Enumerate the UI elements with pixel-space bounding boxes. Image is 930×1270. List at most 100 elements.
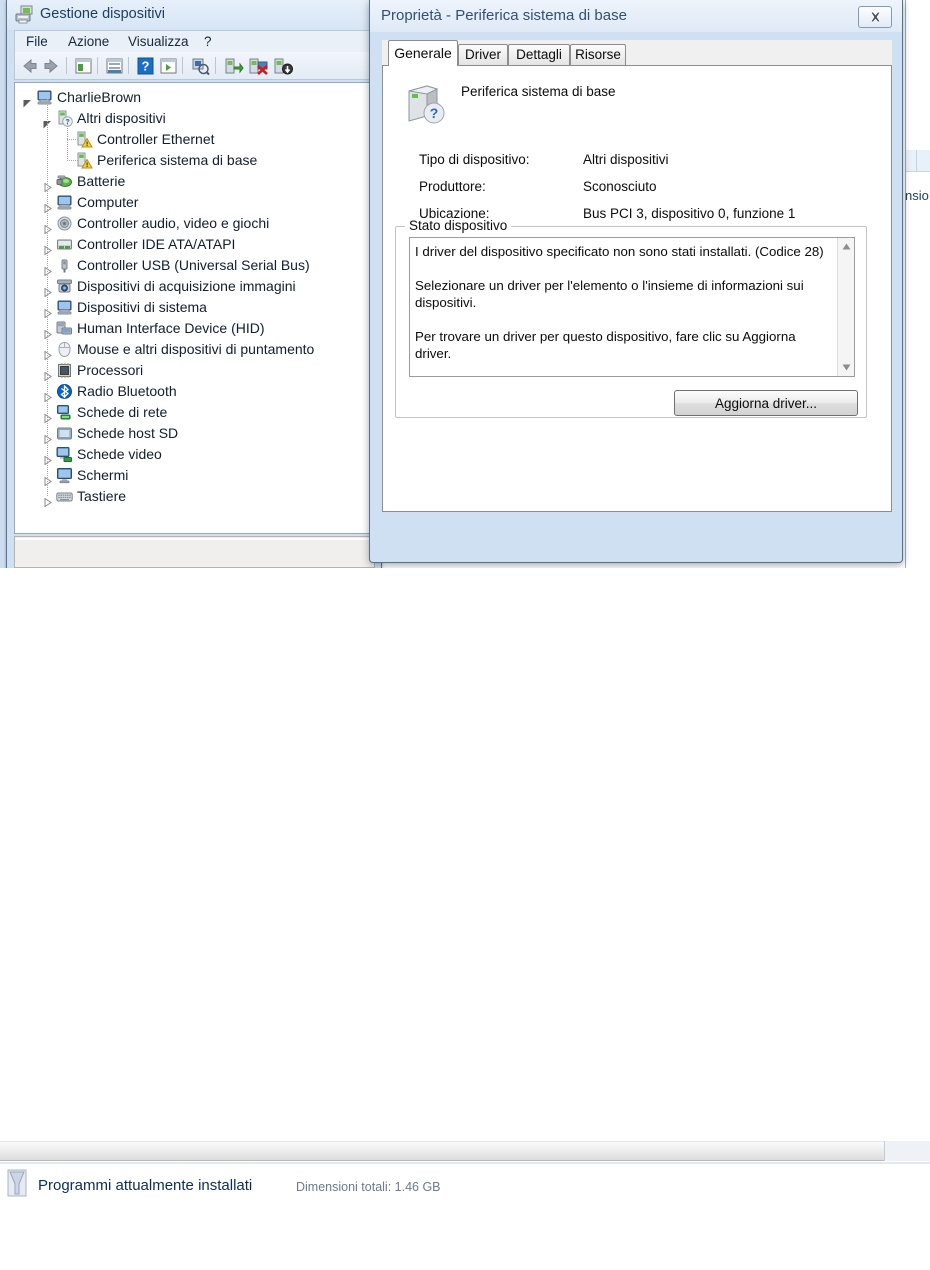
- properties-icon[interactable]: [73, 56, 94, 76]
- panel-top-band: [0, 1162, 930, 1164]
- status-text-line: Per trovare un driver per questo disposi…: [415, 329, 796, 361]
- tab-risorse[interactable]: Risorse: [570, 44, 626, 65]
- scroll-up-icon[interactable]: [838, 238, 854, 255]
- device-status-textbox[interactable]: I driver del dispositivo specificato non…: [409, 237, 855, 377]
- splitter-edge: [884, 1141, 930, 1161]
- dialog-tabstrip: Generale Driver Dettagli Risorse: [382, 40, 892, 66]
- tab-page-generale: ? Periferica sistema di base Tipo di dis…: [382, 65, 892, 512]
- close-icon: [869, 11, 881, 23]
- device-name-label: Periferica sistema di base: [461, 84, 616, 99]
- forward-arrow-icon[interactable]: [41, 56, 62, 76]
- tab-driver[interactable]: Driver: [458, 44, 508, 65]
- scan-hardware-icon[interactable]: [190, 56, 211, 76]
- tree-item-label: Controller Ethernet: [97, 131, 215, 147]
- disable-device-icon[interactable]: [273, 56, 294, 76]
- toolbar-separator: [182, 57, 183, 74]
- keyboard-icon: [56, 488, 73, 505]
- toolbar-separator: [215, 57, 216, 74]
- hid-icon: [56, 320, 73, 337]
- device-manager-titlebar[interactable]: Gestione dispositivi: [7, 0, 381, 30]
- network-icon: [56, 404, 73, 421]
- display-adapter-icon: [56, 446, 73, 463]
- property-label: Produttore:: [419, 179, 486, 194]
- ide-icon: [56, 236, 73, 253]
- tree-item-label: Radio Bluetooth: [77, 383, 177, 399]
- background-window-right: [905, 0, 930, 585]
- tab-generale[interactable]: Generale: [388, 40, 458, 66]
- mouse-icon: [56, 341, 73, 358]
- scroll-down-icon[interactable]: [838, 359, 854, 376]
- unknown-device-large-icon: ?: [408, 85, 445, 124]
- play-icon[interactable]: [158, 56, 179, 76]
- window-splitter[interactable]: |||: [0, 1141, 930, 1161]
- property-value: Altri dispositivi: [583, 152, 669, 167]
- menu-item-[interactable]: ?: [201, 34, 215, 49]
- battery-icon: [56, 173, 73, 190]
- tree-item-label: Schede video: [77, 446, 162, 462]
- toolbar-separator: [66, 57, 67, 74]
- status-scrollbar[interactable]: [837, 238, 854, 376]
- tree-item-label: Mouse e altri dispositivi di puntamento: [77, 341, 315, 357]
- computer-icon: [56, 299, 73, 316]
- tree-item-label: Schede host SD: [77, 425, 179, 441]
- svg-text:?: ?: [430, 105, 439, 121]
- background-window-right-text-fragment: nsio: [905, 188, 929, 203]
- programs-panel-icon: [7, 1169, 27, 1197]
- status-text-line: I driver del dispositivo specificato non…: [415, 244, 824, 259]
- toolbar-separator: [97, 57, 98, 74]
- device-properties-dialog: Proprietà - Periferica sistema di base G…: [369, 0, 903, 563]
- tree-guide-line: [47, 99, 48, 496]
- update-driver-button[interactable]: Aggiorna driver...: [674, 390, 858, 416]
- device-status-group: I driver del dispositivo specificato non…: [395, 226, 867, 418]
- menu-item-visualizza[interactable]: Visualizza: [125, 34, 192, 49]
- dialog-titlebar[interactable]: Proprietà - Periferica sistema di base: [370, 0, 902, 32]
- statusbar-highlight: [16, 538, 373, 540]
- device-manager-menubar: File Azione Visualizza?: [14, 30, 375, 52]
- tree-item-label: Schede di rete: [77, 404, 168, 420]
- update-driver-icon[interactable]: [223, 56, 244, 76]
- property-label: Tipo di dispositivo:: [419, 152, 530, 167]
- bottom-panel: ||| Programmi attualmente installati Dim…: [0, 568, 930, 1203]
- toolbar-separator: [128, 57, 129, 74]
- menu-item-file[interactable]: File: [23, 34, 51, 49]
- chevron-down-icon[interactable]: [23, 93, 32, 108]
- computer-icon: [56, 194, 73, 211]
- tree-item-label: Controller USB (Universal Serial Bus): [77, 257, 310, 273]
- uninstall-device-icon[interactable]: [248, 56, 269, 76]
- tree-guide-line: [67, 120, 68, 160]
- close-button[interactable]: [858, 6, 892, 28]
- device-tree[interactable]: CharlieBrown?Altri dispositivi Controller…: [14, 82, 375, 534]
- tree-item-label: Computer: [77, 194, 139, 210]
- tree-item-label: Processori: [77, 362, 144, 378]
- property-value: Bus PCI 3, dispositivo 0, funzione 1: [583, 206, 796, 221]
- camera-icon: [56, 278, 73, 295]
- menu-item-azione[interactable]: Azione: [65, 34, 112, 49]
- cpu-icon: [56, 362, 73, 379]
- computer-icon: [36, 89, 53, 106]
- tree-item-label: CharlieBrown: [57, 89, 142, 105]
- tree-item-label: Periferica sistema di base: [97, 152, 258, 168]
- usb-icon: [56, 257, 73, 274]
- device-manager-title: Gestione dispositivi: [40, 6, 165, 22]
- tree-item-label: Tastiere: [77, 488, 127, 504]
- background-window-right-divider: [916, 150, 917, 172]
- device-status-legend: Stato dispositivo: [405, 218, 512, 233]
- device-manager-icon: [15, 5, 33, 24]
- tree-item-label: Schermi: [77, 467, 129, 483]
- dialog-body: Generale Driver Dettagli Risorse ? Periferi…: [382, 40, 892, 512]
- tab-dettagli[interactable]: Dettagli: [508, 44, 570, 65]
- speaker-icon: [56, 215, 73, 232]
- device-manager-toolbar: ?: [14, 52, 375, 80]
- property-value: Sconosciuto: [583, 179, 657, 194]
- help-icon[interactable]: ?: [135, 56, 156, 76]
- bluetooth-icon: [56, 383, 73, 400]
- tree-item-label: Controller IDE ATA/ATAPI: [77, 236, 236, 252]
- device-manager-window: Gestione dispositivi File Azione Visualizz…: [6, 0, 382, 578]
- back-arrow-icon[interactable]: [19, 56, 40, 76]
- status-text-line: Selezionare un driver per l'elemento o l…: [415, 278, 804, 310]
- tree-item-label: Batterie: [77, 173, 126, 189]
- unknown-device-icon: ?: [56, 110, 73, 127]
- tree-item-label: Altri dispositivi: [77, 110, 166, 126]
- show-hidden-icon[interactable]: [104, 56, 125, 76]
- tree-guide-line: [67, 139, 79, 140]
